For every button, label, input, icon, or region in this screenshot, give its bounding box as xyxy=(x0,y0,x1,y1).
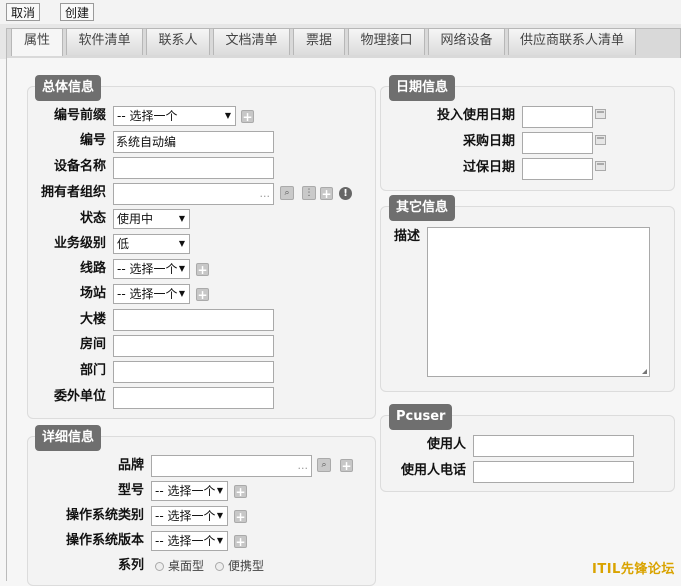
chevron-down-icon: ▼ xyxy=(178,264,185,273)
warranty-date-input[interactable] xyxy=(522,158,593,180)
chevron-down-icon: ▼ xyxy=(224,111,231,120)
user-phone-label: 使用人电话 xyxy=(400,463,466,478)
chevron-down-icon: ▼ xyxy=(178,289,185,298)
chevron-down-icon: ▼ xyxy=(178,214,185,223)
room-label: 房间 xyxy=(79,337,106,352)
user-input[interactable] xyxy=(473,435,634,457)
owner-org-input[interactable]: ... xyxy=(113,183,274,205)
brand-label: 品牌 xyxy=(117,458,144,473)
in-use-date-label: 投入使用日期 xyxy=(436,108,515,123)
tab-contacts[interactable]: 联系人 xyxy=(146,28,210,55)
model-label: 型号 xyxy=(117,483,144,498)
device-name-input[interactable] xyxy=(113,157,274,179)
os-version-select[interactable]: -- 选择一个 ▼ xyxy=(151,531,228,551)
plus-icon[interactable]: + xyxy=(234,510,247,523)
tab-vendor-contacts[interactable]: 供应商联系人清单 xyxy=(508,28,636,55)
chevron-down-icon: ▼ xyxy=(178,239,185,248)
status-select[interactable]: 使用中 ▼ xyxy=(113,209,190,229)
in-use-date-input[interactable] xyxy=(522,106,593,128)
resize-grip-icon[interactable] xyxy=(642,369,647,374)
description-textarea[interactable] xyxy=(427,227,650,377)
search-icon[interactable]: ⌕ xyxy=(317,458,331,472)
plus-icon[interactable]: + xyxy=(340,459,353,472)
number-label: 编号 xyxy=(79,133,106,148)
tab-network-devices[interactable]: 网络设备 xyxy=(428,28,505,55)
calendar-icon[interactable] xyxy=(595,161,606,171)
radio-desktop-label: 桌面型 xyxy=(168,559,205,573)
outsource-input[interactable] xyxy=(113,387,274,409)
chevron-down-icon: ▼ xyxy=(216,511,223,520)
os-version-label: 操作系统版本 xyxy=(65,533,144,548)
search-icon[interactable]: ⌕ xyxy=(280,186,294,200)
plus-icon[interactable]: + xyxy=(234,535,247,548)
plus-icon[interactable]: + xyxy=(241,110,254,123)
calendar-icon[interactable] xyxy=(595,135,606,145)
user-phone-input[interactable] xyxy=(473,461,634,483)
warranty-date-label: 过保日期 xyxy=(462,160,515,175)
dept-input[interactable] xyxy=(113,361,274,383)
pcuser-title: Pcuser xyxy=(389,404,453,430)
biz-level-select[interactable]: 低 ▼ xyxy=(113,234,190,254)
os-type-select[interactable]: -- 选择一个 ▼ xyxy=(151,506,228,526)
room-input[interactable] xyxy=(113,335,274,357)
cancel-button[interactable]: 取消 xyxy=(6,3,41,21)
plus-icon[interactable]: + xyxy=(196,288,209,301)
hierarchy-icon[interactable]: ⋮ xyxy=(302,186,316,200)
detail-info-title: 详细信息 xyxy=(35,425,102,451)
dates-title: 日期信息 xyxy=(389,75,456,101)
watermark: ITIL先锋论坛 xyxy=(592,562,675,577)
chevron-down-icon: ▼ xyxy=(216,486,223,495)
status-label: 状态 xyxy=(79,211,106,226)
site-label: 场站 xyxy=(79,286,106,301)
general-info-title: 总体信息 xyxy=(35,75,102,101)
biz-level-label: 业务级别 xyxy=(53,236,106,251)
device-name-label: 设备名称 xyxy=(53,159,106,174)
chevron-down-icon: ▼ xyxy=(216,536,223,545)
tab-bar: 属性 软件清单 联系人 文档清单 票据 物理接口 网络设备 供应商联系人清单 xyxy=(0,24,681,59)
calendar-icon[interactable] xyxy=(595,109,606,119)
number-input[interactable]: 系统自动编 xyxy=(113,131,274,153)
line-label: 线路 xyxy=(79,261,106,276)
purchase-date-input[interactable] xyxy=(522,132,593,154)
prefix-select[interactable]: -- 选择一个 ▼ xyxy=(113,106,236,126)
outsource-label: 委外单位 xyxy=(53,389,106,404)
purchase-date-label: 采购日期 xyxy=(462,134,515,149)
plus-icon[interactable]: + xyxy=(320,187,333,200)
radio-laptop[interactable] xyxy=(215,562,224,571)
tab-properties[interactable]: 属性 xyxy=(11,28,63,56)
prefix-label: 编号前缀 xyxy=(53,108,106,123)
plus-icon[interactable]: + xyxy=(196,263,209,276)
plus-icon[interactable]: + xyxy=(234,485,247,498)
radio-laptop-label: 便携型 xyxy=(228,559,265,573)
model-select[interactable]: -- 选择一个 ▼ xyxy=(151,481,228,501)
series-label: 系列 xyxy=(117,558,144,573)
ellipsis: ... xyxy=(259,187,271,200)
warning-icon: ! xyxy=(339,187,352,200)
tab-documents[interactable]: 文档清单 xyxy=(213,28,290,55)
create-button[interactable]: 创建 xyxy=(60,3,95,21)
dept-label: 部门 xyxy=(79,363,106,378)
top-toolbar: 取消 创建 xyxy=(0,0,681,24)
site-select[interactable]: -- 选择一个 ▼ xyxy=(113,284,190,304)
line-select[interactable]: -- 选择一个 ▼ xyxy=(113,259,190,279)
owner-org-label: 拥有者组织 xyxy=(40,185,106,200)
tab-software[interactable]: 软件清单 xyxy=(66,28,143,55)
building-label: 大楼 xyxy=(79,312,106,327)
description-label: 描述 xyxy=(393,229,420,244)
building-input[interactable] xyxy=(113,309,274,331)
user-label: 使用人 xyxy=(426,437,466,452)
ellipsis: ... xyxy=(297,459,309,472)
tab-tickets[interactable]: 票据 xyxy=(293,28,345,55)
other-info-title: 其它信息 xyxy=(389,195,456,221)
tab-physical-interfaces[interactable]: 物理接口 xyxy=(348,28,425,55)
radio-desktop[interactable] xyxy=(155,562,164,571)
brand-input[interactable]: ... xyxy=(151,455,312,477)
os-type-label: 操作系统类别 xyxy=(65,508,144,523)
